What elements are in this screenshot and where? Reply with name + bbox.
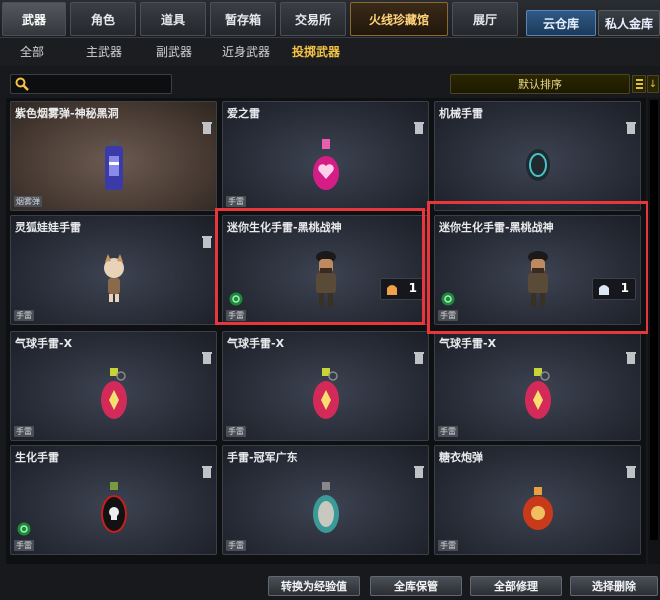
- list-view-icon[interactable]: [632, 75, 646, 93]
- trash-icon[interactable]: [626, 466, 636, 478]
- subtab-melee[interactable]: 近身武器: [222, 43, 270, 60]
- item-type-tag: 手雷: [438, 540, 458, 551]
- sub-tab-bar: 全部 主武器 副武器 近身武器 投掷武器: [0, 38, 660, 66]
- search-box: [10, 74, 172, 94]
- purple-smoke-grenade-icon: [104, 139, 123, 190]
- item-card[interactable]: 迷你生化手雷-黑桃战神 1 手雷: [222, 215, 429, 325]
- scrollbar-thumb[interactable]: [650, 100, 658, 540]
- item-count-badge: 1: [592, 278, 636, 300]
- teal-grenade-icon: [312, 481, 339, 533]
- fox-doll-grenade-icon: [103, 253, 124, 302]
- mechanical-grenade-icon: [525, 148, 550, 181]
- subtab-primary[interactable]: 主武器: [86, 43, 122, 60]
- item-card[interactable]: 生化手雷 手雷: [10, 445, 217, 555]
- sort-dropdown[interactable]: 默认排序: [450, 74, 630, 94]
- select-delete-button[interactable]: 选择删除: [570, 576, 658, 596]
- biohazard-icon: [17, 522, 31, 536]
- item-name: 生化手雷: [15, 451, 59, 464]
- item-type-tag: 手雷: [14, 310, 34, 321]
- item-name: 迷你生化手雷-黑桃战神: [439, 221, 554, 234]
- item-card[interactable]: 糖衣炮弹 手雷: [434, 445, 641, 555]
- item-type-tag: 手雷: [438, 426, 458, 437]
- repair-all-button[interactable]: 全部修理: [470, 576, 562, 596]
- search-input[interactable]: [31, 76, 169, 92]
- mini-soldier-grenade-icon: [527, 250, 548, 307]
- tab-items[interactable]: 道具: [140, 2, 206, 36]
- tab-characters[interactable]: 角色: [70, 2, 136, 36]
- item-card[interactable]: 气球手雷-X 手雷: [434, 331, 641, 441]
- item-grid: 紫色烟雾弹-神秘黑洞 烟雾弹 爱之雷 手雷 机械手雷 灵狐娃娃手雷 手雷 迷你生…: [6, 98, 649, 564]
- white-badge-icon: [599, 285, 609, 295]
- biohazard-icon: [229, 292, 243, 306]
- item-name: 气球手雷-X: [439, 337, 497, 350]
- item-type-tag: 手雷: [438, 310, 458, 321]
- item-count: 1: [620, 281, 629, 295]
- item-type-tag: 手雷: [226, 426, 246, 437]
- item-card[interactable]: 机械手雷: [434, 101, 641, 211]
- item-name: 机械手雷: [439, 107, 483, 120]
- item-type-tag: 手雷: [226, 540, 246, 551]
- tab-exchange[interactable]: 交易所: [280, 2, 346, 36]
- item-card[interactable]: 爱之雷 手雷: [222, 101, 429, 211]
- sort-label: 默认排序: [518, 78, 562, 91]
- item-type-tag: 手雷: [14, 540, 34, 551]
- tab-temp-storage[interactable]: 暂存箱: [210, 2, 276, 36]
- trash-icon[interactable]: [202, 352, 212, 364]
- item-name: 紫色烟雾弹-神秘黑洞: [15, 107, 119, 120]
- trash-icon[interactable]: [626, 122, 636, 134]
- trash-icon[interactable]: [202, 236, 212, 248]
- trash-icon[interactable]: [202, 466, 212, 478]
- item-name: 气球手雷-X: [227, 337, 285, 350]
- convert-to-exp-button[interactable]: 转换为经验值: [268, 576, 360, 596]
- mini-soldier-grenade-icon: [315, 250, 336, 307]
- trash-icon[interactable]: [626, 352, 636, 364]
- balloon-grenade-icon: [100, 367, 127, 419]
- tab-showroom[interactable]: 展厅: [452, 2, 518, 36]
- item-name: 手雷-冠军广东: [227, 451, 298, 464]
- item-type-tag: 手雷: [226, 310, 246, 321]
- item-count: 1: [408, 281, 417, 295]
- item-count-badge: 1: [380, 278, 424, 300]
- item-type-tag: 烟雾弹: [14, 196, 42, 207]
- item-card[interactable]: 灵狐娃娃手雷 手雷: [10, 215, 217, 325]
- item-type-tag: 手雷: [226, 196, 246, 207]
- trash-icon[interactable]: [414, 122, 424, 134]
- scrollbar[interactable]: [648, 98, 660, 564]
- balloon-grenade-icon: [312, 367, 339, 419]
- item-card[interactable]: 紫色烟雾弹-神秘黑洞 烟雾弹: [10, 101, 217, 211]
- top-tab-bar: 武器 角色 道具 暂存箱 交易所 火线珍藏馆 展厅 云仓库 私人金库: [0, 0, 660, 38]
- skull-grenade-icon: [100, 481, 127, 533]
- tab-weapons[interactable]: 武器: [2, 2, 66, 36]
- candy-bomb-icon: [522, 486, 553, 530]
- item-card[interactable]: 气球手雷-X 手雷: [10, 331, 217, 441]
- trash-icon[interactable]: [202, 122, 212, 134]
- item-name: 爱之雷: [227, 107, 260, 120]
- store-all-button[interactable]: 全库保管: [370, 576, 462, 596]
- trash-icon[interactable]: [414, 466, 424, 478]
- search-icon: [15, 77, 29, 91]
- sort-direction-icon[interactable]: ↓: [647, 75, 659, 93]
- orange-badge-icon: [387, 285, 397, 295]
- item-card[interactable]: 手雷-冠军广东 手雷: [222, 445, 429, 555]
- item-name: 灵狐娃娃手雷: [15, 221, 81, 234]
- biohazard-icon: [441, 292, 455, 306]
- subtab-all[interactable]: 全部: [20, 43, 44, 60]
- balloon-grenade-icon: [524, 367, 551, 419]
- item-name: 糖衣炮弹: [439, 451, 483, 464]
- tab-private-vault[interactable]: 私人金库: [598, 10, 660, 36]
- item-name: 迷你生化手雷-黑桃战神: [227, 221, 342, 234]
- tab-collection[interactable]: 火线珍藏馆: [350, 2, 448, 36]
- item-type-tag: 手雷: [14, 426, 34, 437]
- subtab-secondary[interactable]: 副武器: [156, 43, 192, 60]
- pink-heart-grenade-icon: [312, 138, 339, 190]
- item-card[interactable]: 气球手雷-X 手雷: [222, 331, 429, 441]
- item-name: 气球手雷-X: [15, 337, 73, 350]
- trash-icon[interactable]: [414, 352, 424, 364]
- tab-cloud-storage[interactable]: 云仓库: [526, 10, 596, 36]
- subtab-throwing[interactable]: 投掷武器: [292, 43, 340, 60]
- item-card[interactable]: 迷你生化手雷-黑桃战神 1 手雷: [434, 215, 641, 325]
